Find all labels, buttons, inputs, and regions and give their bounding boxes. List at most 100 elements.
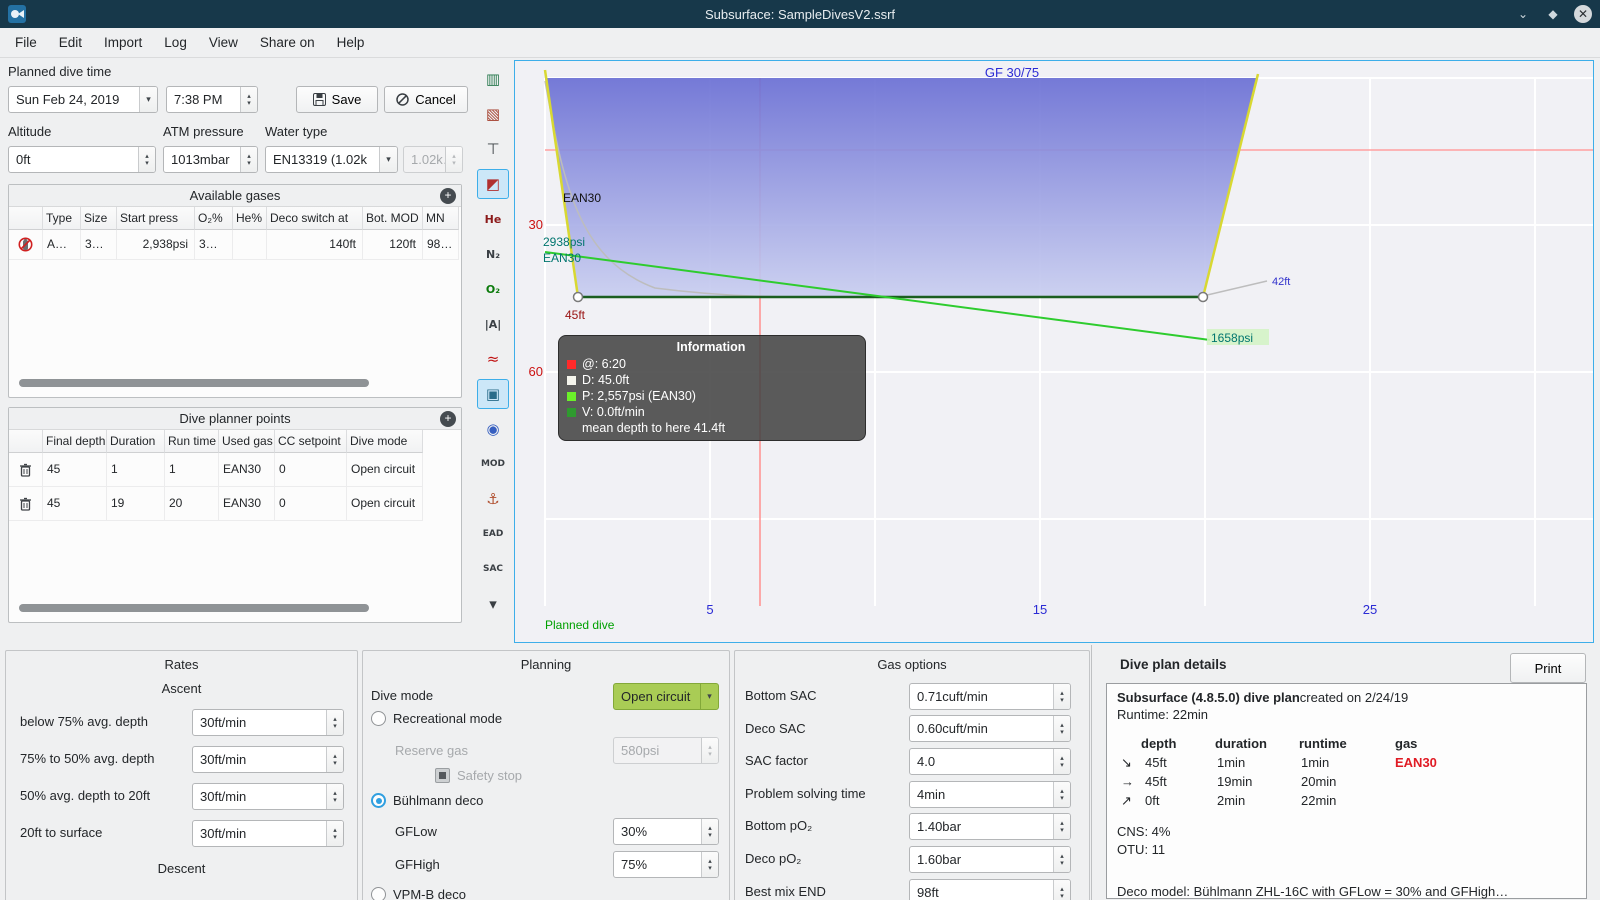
- point-setpoint-cell[interactable]: 0: [275, 453, 347, 487]
- close-window-button[interactable]: ✕: [1574, 5, 1592, 23]
- gas-type-cell[interactable]: A…: [43, 230, 81, 260]
- ascent-rate-20ft-spinner[interactable]: 30ft/min ▴ ▾: [192, 783, 344, 810]
- dive-point-handle[interactable]: [572, 291, 584, 303]
- gases-col-o2[interactable]: O₂%: [195, 207, 233, 230]
- point-gas-cell[interactable]: EAN30: [219, 453, 275, 487]
- menu-view[interactable]: View: [198, 31, 249, 54]
- problem-time-spinner[interactable]: 4min ▴ ▾: [909, 781, 1071, 808]
- spinner-arrows[interactable]: ▴ ▾: [701, 819, 718, 844]
- point-mode-cell[interactable]: Open circuit: [347, 487, 423, 521]
- gases-col-type[interactable]: Type: [43, 207, 81, 230]
- spinner-arrows[interactable]: ▴ ▾: [326, 821, 343, 846]
- photos-toggle-button[interactable]: ▣: [477, 379, 509, 409]
- gas-startpress-cell[interactable]: 2,938psi: [117, 230, 195, 260]
- toolbar-scroll-down-button[interactable]: ▾: [477, 589, 509, 619]
- water-type-combo[interactable]: EN13319 (1.02k ▾: [265, 146, 398, 173]
- shade-window-icon[interactable]: ⌄: [1514, 5, 1532, 23]
- menu-file[interactable]: File: [4, 31, 48, 54]
- spinner-arrows[interactable]: ▴ ▾: [1053, 684, 1070, 709]
- recreational-mode-radio[interactable]: Recreational mode: [371, 711, 502, 726]
- gases-hscrollbar[interactable]: [19, 379, 369, 387]
- altitude-spinner[interactable]: 0ft ▴ ▾: [8, 146, 156, 173]
- add-point-button[interactable]: +: [440, 411, 456, 427]
- point-mode-cell[interactable]: Open circuit: [347, 453, 423, 487]
- gas-density-toggle-button[interactable]: ◉: [477, 414, 509, 444]
- dc-data-toggle-button[interactable]: ▧: [477, 99, 509, 129]
- points-col-mode[interactable]: Dive mode: [347, 430, 423, 453]
- spinner-arrows[interactable]: ▴ ▾: [1053, 749, 1070, 774]
- spinner-arrows[interactable]: ▴ ▾: [326, 747, 343, 772]
- spinner-arrows[interactable]: ▴ ▾: [240, 147, 257, 172]
- spinner-arrows[interactable]: ▴ ▾: [326, 710, 343, 735]
- best-mix-end-spinner[interactable]: 98ft ▴ ▾: [909, 879, 1071, 900]
- gas-decoswitch-cell[interactable]: 140ft: [267, 230, 363, 260]
- sac-factor-spinner[interactable]: 4.0 ▴ ▾: [909, 748, 1071, 775]
- dive-mode-combo[interactable]: Open circuit ▾: [613, 683, 719, 710]
- atm-pressure-spinner[interactable]: 1013mbar ▴ ▾: [163, 146, 258, 173]
- gas-botmod-cell[interactable]: 120ft: [363, 230, 423, 260]
- gas-size-cell[interactable]: 3…: [81, 230, 117, 260]
- menu-import[interactable]: Import: [93, 31, 153, 54]
- point-runtime-cell[interactable]: 20: [165, 487, 219, 521]
- panel-splitter[interactable]: [1091, 645, 1092, 900]
- deco-po2-spinner[interactable]: 1.60bar ▴ ▾: [909, 846, 1071, 873]
- menu-share-on[interactable]: Share on: [249, 31, 326, 54]
- menu-help[interactable]: Help: [326, 31, 376, 54]
- diver-toggle-button[interactable]: ⚓: [477, 484, 509, 514]
- spinner-arrows[interactable]: ▴ ▾: [1053, 782, 1070, 807]
- ascent-rate-surface-spinner[interactable]: 30ft/min ▴ ▾: [192, 820, 344, 847]
- save-button[interactable]: Save: [296, 86, 378, 113]
- bottom-sac-spinner[interactable]: 0.71cuft/min ▴ ▾: [909, 683, 1071, 710]
- point-duration-cell[interactable]: 19: [107, 487, 165, 521]
- gases-col-he[interactable]: He%: [233, 207, 267, 230]
- point-runtime-cell[interactable]: 1: [165, 453, 219, 487]
- buhlmann-deco-radio[interactable]: Bühlmann deco: [371, 793, 483, 808]
- gas-he-cell[interactable]: [233, 230, 267, 260]
- point-depth-cell[interactable]: 45: [43, 487, 107, 521]
- gflow-spinner[interactable]: 30% ▴ ▾: [613, 818, 719, 845]
- spinner-arrows[interactable]: ▴ ▾: [1053, 716, 1070, 741]
- spinner-arrows[interactable]: ▴ ▾: [240, 87, 257, 112]
- spinner-arrows[interactable]: ▴ ▾: [1053, 814, 1070, 839]
- spinner-arrows[interactable]: ▴ ▾: [701, 852, 718, 877]
- gases-col-decoswitch[interactable]: Deco switch at: [267, 207, 363, 230]
- delete-cylinder-icon[interactable]: [9, 230, 43, 260]
- points-col-duration[interactable]: Duration: [107, 430, 165, 453]
- dive-date-combo[interactable]: Sun Feb 24, 2019 ▾: [8, 86, 158, 113]
- cancel-button[interactable]: Cancel: [384, 86, 468, 113]
- pp-o2-toggle-button[interactable]: O₂: [477, 274, 509, 304]
- spinner-arrows[interactable]: ▴ ▾: [326, 784, 343, 809]
- points-col-icon[interactable]: [9, 430, 43, 453]
- ascent-rate-50-spinner[interactable]: 30ft/min ▴ ▾: [192, 746, 344, 773]
- gases-col-botmod[interactable]: Bot. MOD: [363, 207, 423, 230]
- trash-icon[interactable]: [9, 487, 43, 521]
- ascent-rate-75-spinner[interactable]: 30ft/min ▴ ▾: [192, 709, 344, 736]
- dive-time-spinner[interactable]: 7:38 PM ▴ ▾: [166, 86, 258, 113]
- spinner-arrows[interactable]: ▴ ▾: [1053, 847, 1070, 872]
- points-hscrollbar[interactable]: [19, 604, 369, 612]
- gas-mnd-cell[interactable]: 98…: [423, 230, 459, 260]
- spinner-arrows[interactable]: ▴ ▾: [138, 147, 155, 172]
- gases-col-mnd[interactable]: MN: [423, 207, 459, 230]
- pp-graph-toggle-button[interactable]: ▥: [477, 64, 509, 94]
- spinner-arrows[interactable]: ▴ ▾: [1053, 880, 1070, 900]
- menu-log[interactable]: Log: [153, 31, 198, 54]
- points-col-gas[interactable]: Used gas: [219, 430, 275, 453]
- setpoint-toggle-button[interactable]: ⊤: [477, 134, 509, 164]
- add-gas-button[interactable]: +: [440, 188, 456, 204]
- print-button[interactable]: Print: [1510, 653, 1586, 683]
- gas-o2-cell[interactable]: 3…: [195, 230, 233, 260]
- vpmb-deco-radio[interactable]: VPM-B deco: [371, 887, 466, 900]
- gfhigh-spinner[interactable]: 75% ▴ ▾: [613, 851, 719, 878]
- bottom-po2-spinner[interactable]: 1.40bar ▴ ▾: [909, 813, 1071, 840]
- gases-col-startpress[interactable]: Start press: [117, 207, 195, 230]
- point-depth-cell[interactable]: 45: [43, 453, 107, 487]
- pp-n2-toggle-button[interactable]: N₂: [477, 239, 509, 269]
- gases-col-icon[interactable]: [9, 207, 43, 230]
- tissues-toggle-button[interactable]: |A|: [477, 309, 509, 339]
- deco-sac-spinner[interactable]: 0.60cuft/min ▴ ▾: [909, 715, 1071, 742]
- gases-col-size[interactable]: Size: [81, 207, 117, 230]
- heart-rate-toggle-button[interactable]: ≈: [477, 344, 509, 374]
- ead-toggle-button[interactable]: EAD: [477, 519, 509, 549]
- menu-edit[interactable]: Edit: [48, 31, 93, 54]
